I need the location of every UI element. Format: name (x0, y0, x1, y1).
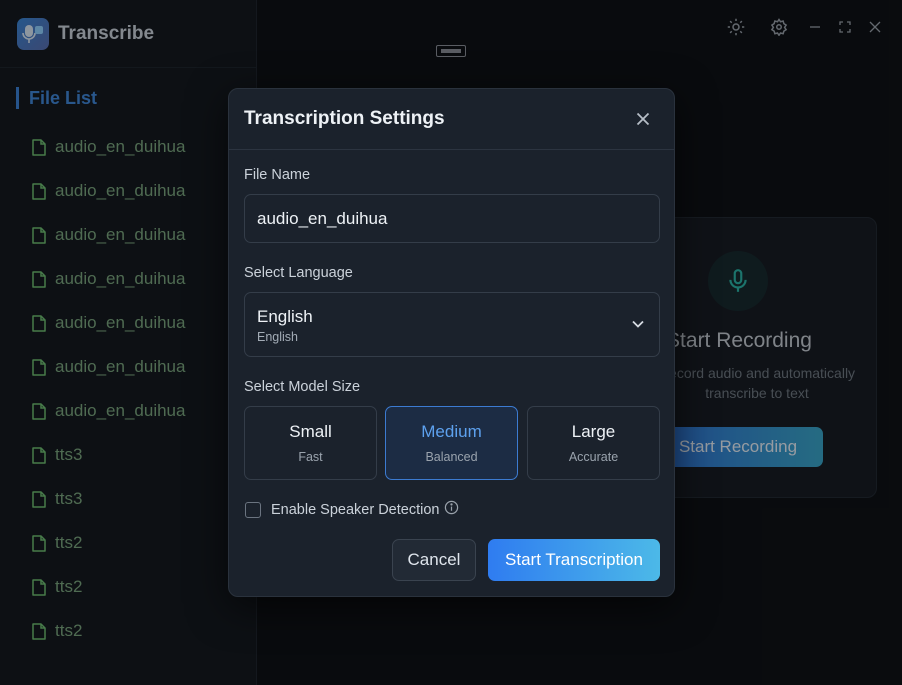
language-selected-sub: English (257, 330, 298, 344)
chevron-down-icon (631, 317, 645, 336)
model-size-name: Small (289, 422, 332, 441)
model-size-desc: Fast (298, 450, 323, 464)
info-icon[interactable] (444, 500, 459, 519)
model-size-desc: Balanced (425, 450, 478, 464)
speaker-detection-checkbox[interactable] (245, 501, 261, 518)
speaker-detection-row: Enable Speaker Detection (245, 500, 459, 519)
dialog-header: Transcription Settings (229, 89, 674, 150)
start-transcription-label: Start Transcription (505, 550, 643, 569)
model-size-desc: Accurate (568, 450, 619, 464)
cancel-label: Cancel (407, 550, 461, 569)
language-label: Select Language (244, 265, 353, 281)
transcription-settings-dialog: Transcription Settings File Name Select … (228, 88, 675, 597)
language-select[interactable]: English English (244, 292, 660, 357)
start-transcription-button[interactable]: Start Transcription (488, 539, 660, 581)
model-size-large[interactable]: Large Accurate (527, 406, 660, 480)
close-icon[interactable] (632, 108, 654, 130)
model-size-name: Large (571, 422, 616, 441)
file-name-label: File Name (244, 167, 311, 183)
model-size-label: Select Model Size (244, 379, 361, 395)
model-size-name: Medium (421, 422, 482, 441)
cancel-button[interactable]: Cancel (392, 539, 476, 581)
file-name-input[interactable] (244, 194, 660, 243)
model-size-medium[interactable]: Medium Balanced (385, 406, 518, 480)
language-selected-value: English (257, 307, 313, 326)
model-size-small[interactable]: Small Fast (244, 406, 377, 480)
dialog-title: Transcription Settings (244, 108, 445, 129)
speaker-detection-label: Enable Speaker Detection (271, 501, 440, 518)
